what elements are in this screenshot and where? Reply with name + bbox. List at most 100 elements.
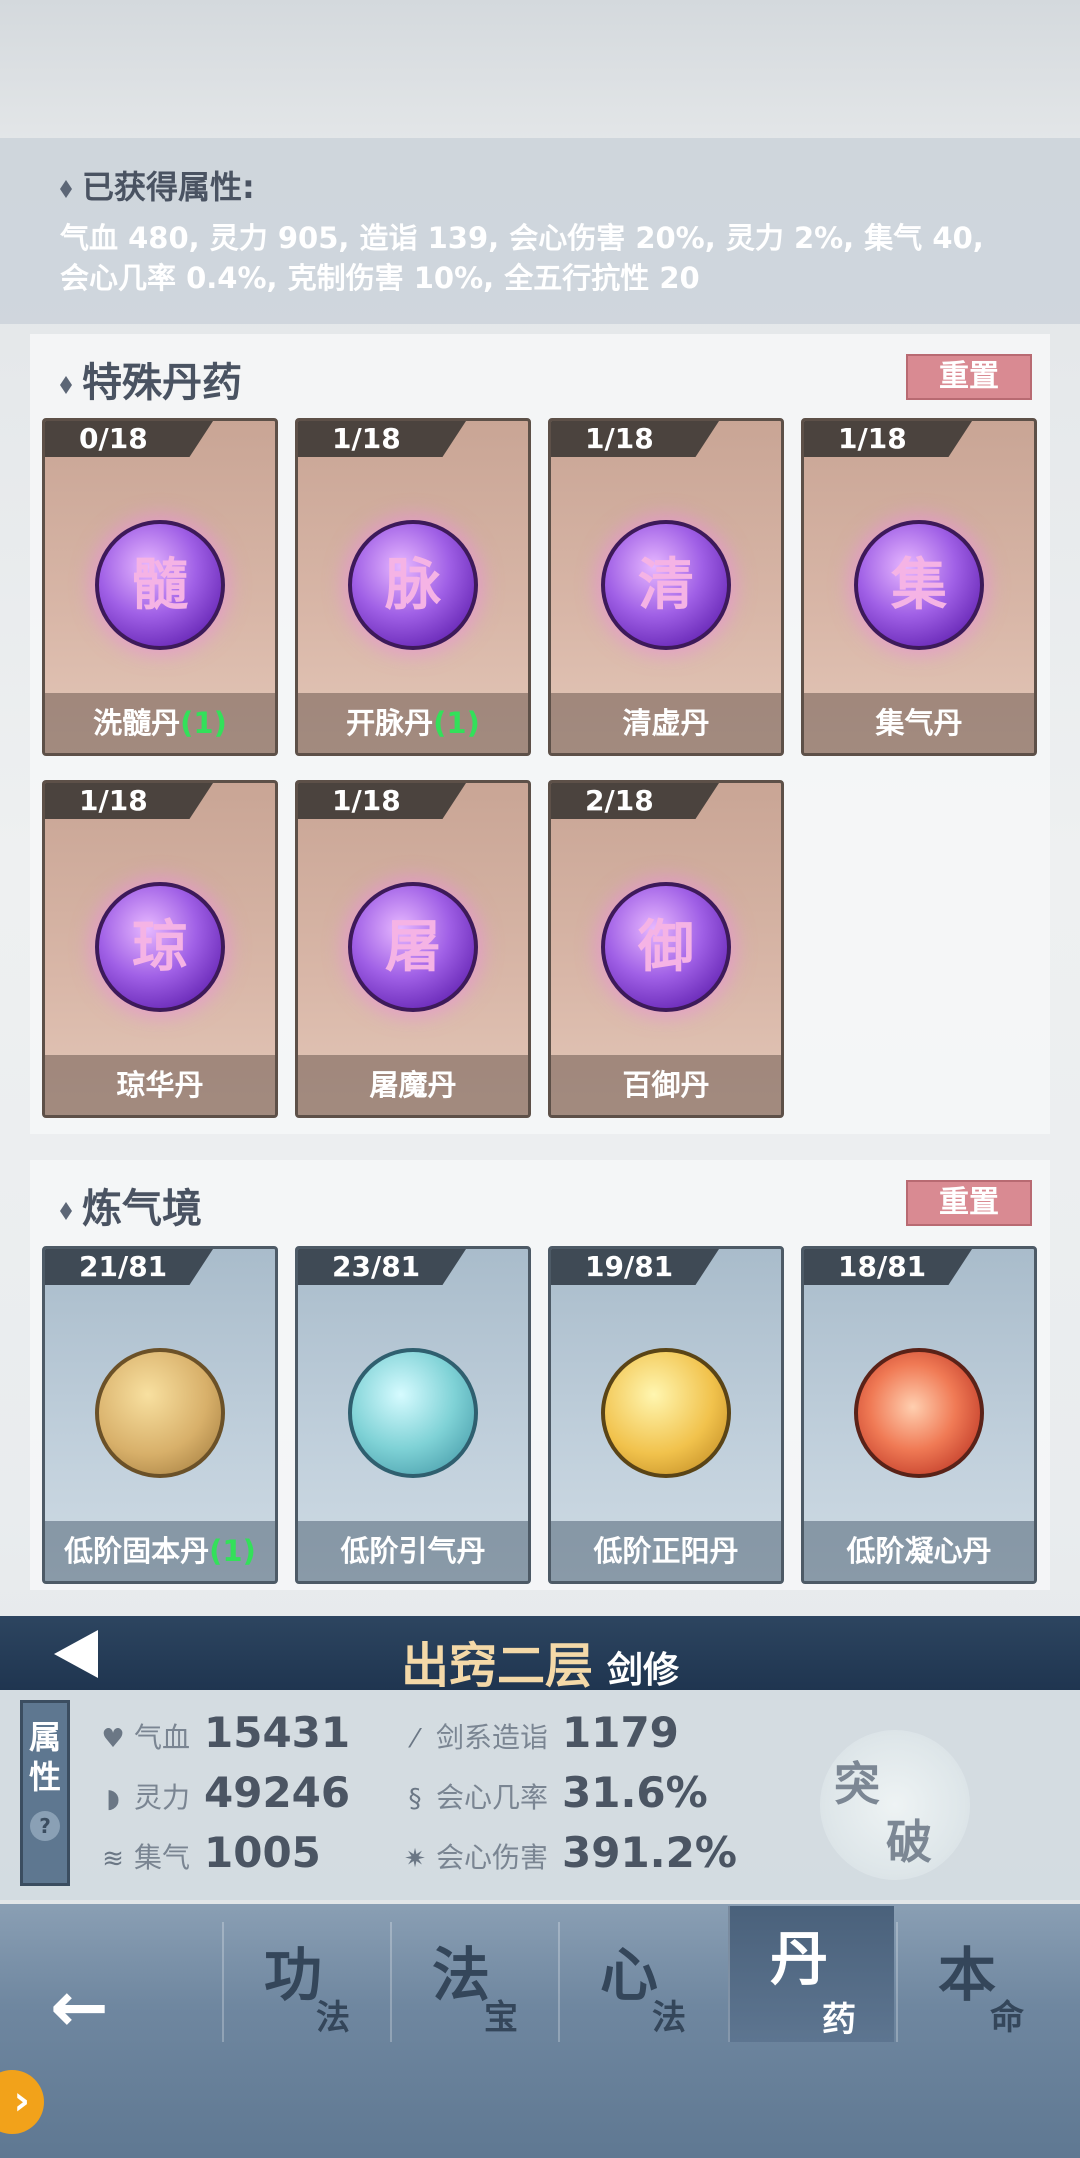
- pill-card-yinqi[interactable]: 23/81 低阶引气丹: [295, 1246, 531, 1584]
- breakthrough-char-2: 破: [886, 1815, 932, 1869]
- diamond-icon: [60, 376, 72, 394]
- pill-name-text: 低阶引气丹: [340, 1534, 486, 1568]
- pill-name-text: 低阶凝心丹: [846, 1534, 992, 1568]
- pill-name: 低阶凝心丹: [804, 1521, 1034, 1581]
- stat-gather: ≋ 集气 1005: [98, 1828, 321, 1877]
- pill-name-text: 清虚丹: [622, 706, 710, 740]
- top-background: [0, 0, 1080, 140]
- obtained-attributes-header: 已获得属性:: [60, 162, 1020, 208]
- stat-gather-label: 集气: [134, 1841, 191, 1874]
- realm-level: 出窍二层: [400, 1638, 593, 1694]
- pill-name-text: 开脉丹: [346, 706, 434, 740]
- tab-benming[interactable]: 本 命: [896, 1922, 1062, 2042]
- stat-crit-rate-value: 31.6%: [562, 1768, 708, 1817]
- qi-realm-reset-button[interactable]: 重置: [906, 1180, 1032, 1226]
- pill-count: 1/18: [804, 421, 972, 457]
- pill-count: 1/18: [298, 421, 466, 457]
- qi-realm-panel: 炼气境 重置 21/81 低阶固本丹(1) 23/81 低阶引气丹 19/81 …: [30, 1160, 1050, 1590]
- attributes-tab[interactable]: 属 性 ?: [20, 1700, 70, 1886]
- realm-banner: 出窍二层 剑修: [0, 1616, 1080, 1694]
- stat-crit-dmg-label: 会心伤害: [436, 1841, 549, 1874]
- pill-orb-icon: 脉: [348, 520, 478, 650]
- obtained-attributes-text: 气血 480, 灵力 905, 造诣 139, 会心伤害 20%, 灵力 2%,…: [60, 221, 984, 295]
- pill-name: 低阶正阳丹: [551, 1521, 781, 1581]
- pill-bonus: (1): [433, 706, 480, 740]
- pill-glyph: 清: [638, 552, 694, 618]
- breakthrough-button[interactable]: 突 破: [820, 1730, 970, 1880]
- pill-bonus: (1): [180, 706, 227, 740]
- pill-glyph: 集: [891, 552, 947, 618]
- tab-fabao[interactable]: 法 宝: [390, 1922, 556, 2042]
- special-pills-reset-button[interactable]: 重置: [906, 354, 1032, 400]
- pill-count: 19/81: [551, 1249, 719, 1285]
- pill-name-text: 低阶固本丹: [64, 1534, 210, 1568]
- stat-mastery-value: 1179: [562, 1708, 679, 1757]
- stat-gather-value: 1005: [204, 1828, 321, 1877]
- help-icon[interactable]: ?: [30, 1811, 60, 1841]
- pill-card-kaimai[interactable]: 1/18 脉 开脉丹(1): [295, 418, 531, 756]
- pill-count: 0/18: [45, 421, 213, 457]
- pill-count: 21/81: [45, 1249, 213, 1285]
- attributes-tab-char-2: 性: [28, 1758, 61, 1796]
- tab-benming-big: 本: [938, 1941, 997, 2009]
- tab-xinfa-small: 法: [652, 1998, 686, 2038]
- pill-orb-icon: 琼: [95, 882, 225, 1012]
- stat-hp-value: 15431: [204, 1708, 351, 1757]
- pill-count: 23/81: [298, 1249, 466, 1285]
- stat-crit-dmg: ✷ 会心伤害 391.2%: [400, 1828, 737, 1877]
- pill-card-qingxu[interactable]: 1/18 清 清虚丹: [548, 418, 784, 756]
- pill-count: 1/18: [45, 783, 213, 819]
- pill-card-zhengyang[interactable]: 19/81 低阶正阳丹: [548, 1246, 784, 1584]
- obtained-attributes-panel: 已获得属性: 气血 480, 灵力 905, 造诣 139, 会心伤害 20%,…: [0, 138, 1080, 324]
- pill-name: 琼华丹: [45, 1055, 275, 1115]
- tab-gongfa-big: 功: [264, 1941, 323, 2009]
- heart-icon: ♥: [101, 1724, 125, 1754]
- pill-orb-icon: 集: [854, 520, 984, 650]
- attributes-tab-char-1: 属: [28, 1718, 61, 1756]
- realm-class: 剑修: [607, 1650, 680, 1691]
- stat-mana-value: 49246: [204, 1768, 351, 1817]
- stat-mana-label: 灵力: [134, 1781, 191, 1814]
- pill-card-guben[interactable]: 21/81 低阶固本丹(1): [42, 1246, 278, 1584]
- pill-name: 低阶引气丹: [298, 1521, 528, 1581]
- tab-benming-small: 命: [990, 1998, 1024, 2038]
- stat-crit-dmg-value: 391.2%: [562, 1828, 737, 1877]
- pill-card-ningxin[interactable]: 18/81 低阶凝心丹: [801, 1246, 1037, 1584]
- pill-orb-icon: 清: [601, 520, 731, 650]
- diamond-icon: [60, 180, 72, 198]
- tab-fabao-big: 法: [432, 1941, 491, 2009]
- pill-card-xisui[interactable]: 0/18 髓 洗髓丹(1): [42, 418, 278, 756]
- teal-orb-icon: [348, 1348, 478, 1478]
- tab-danyao-big: 丹: [770, 1925, 829, 1993]
- pill-name: 开脉丹(1): [298, 693, 528, 753]
- pill-bonus: (1): [209, 1534, 256, 1568]
- pill-name: 屠魔丹: [298, 1055, 528, 1115]
- tab-xinfa[interactable]: 心 法: [558, 1922, 724, 2042]
- tab-gongfa[interactable]: 功 法: [222, 1922, 388, 2042]
- tab-xinfa-big: 心: [600, 1941, 659, 2009]
- tab-gongfa-small: 法: [316, 1998, 350, 2038]
- pill-card-tumo[interactable]: 1/18 屠 屠魔丹: [295, 780, 531, 1118]
- tab-danyao[interactable]: 丹 药: [728, 1906, 894, 2042]
- special-pills-header: 特殊丹药: [60, 350, 242, 408]
- pill-count: 1/18: [298, 783, 466, 819]
- qi-realm-header: 炼气境: [60, 1176, 202, 1234]
- pill-name-text: 低阶正阳丹: [593, 1534, 739, 1568]
- pill-orb-icon: 屠: [348, 882, 478, 1012]
- pill-name: 清虚丹: [551, 693, 781, 753]
- pill-card-jiqi[interactable]: 1/18 集 集气丹: [801, 418, 1037, 756]
- tab-fabao-small: 宝: [484, 1998, 518, 2038]
- back-arrow-icon[interactable]: ←: [50, 1966, 109, 2048]
- pill-card-baiyu[interactable]: 2/18 御 百御丹: [548, 780, 784, 1118]
- bottom-nav: ← 功 法 法 宝 心 法 丹 药 本 命: [0, 1904, 1080, 2158]
- stat-crit-rate-label: 会心几率: [436, 1781, 549, 1814]
- stat-mastery-label: 剑系造诣: [436, 1721, 549, 1754]
- pill-count: 18/81: [804, 1249, 972, 1285]
- pill-card-qionghua[interactable]: 1/18 琼 琼华丹: [42, 780, 278, 1118]
- pill-orb-icon: 御: [601, 882, 731, 1012]
- burst-icon: ✷: [404, 1844, 426, 1874]
- special-pills-panel: 特殊丹药 重置 0/18 髓 洗髓丹(1) 1/18 脉 开脉丹(1) 1/18…: [30, 334, 1050, 1134]
- pill-orb-icon: 髓: [95, 520, 225, 650]
- special-pills-title: 特殊丹药: [82, 360, 242, 406]
- pill-name: 百御丹: [551, 1055, 781, 1115]
